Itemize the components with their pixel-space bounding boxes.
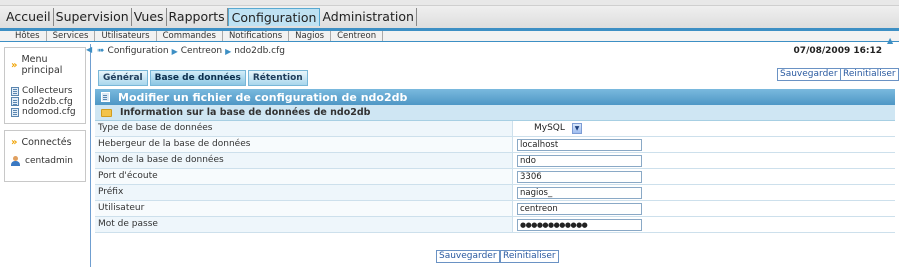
collapse-up-icon[interactable]: ▲ bbox=[887, 36, 893, 45]
form-tabs: Général Base de données Rétention bbox=[98, 70, 310, 86]
config-form: Modifier un fichier de configuration de … bbox=[95, 89, 895, 233]
menu-configuration[interactable]: Configuration bbox=[227, 8, 321, 26]
breadcrumb: ➠ Configuration ▶ Centreon ▶ ndo2db.cfg bbox=[97, 46, 285, 56]
main-menu: Accueil Supervision Vues Rapports Config… bbox=[4, 8, 417, 26]
breadcrumb-configuration[interactable]: Configuration bbox=[108, 46, 169, 56]
form-section-title: Information sur la base de données de nd… bbox=[120, 107, 371, 118]
form-row-db-type: Type de base de données MySQL ▼ bbox=[95, 121, 895, 137]
form-row-db-user: Utilisateur centreon bbox=[95, 201, 895, 217]
field-label: Préfix bbox=[95, 185, 513, 200]
submenu-nagios[interactable]: Nagios bbox=[289, 31, 332, 41]
sidebar-item-label: Collecteurs bbox=[22, 86, 73, 96]
db-prefix-input[interactable]: nagios_ bbox=[517, 187, 642, 199]
tab-retention[interactable]: Rétention bbox=[247, 70, 308, 86]
breadcrumb-start-icon: ➠ bbox=[97, 46, 105, 56]
reset-button-bottom[interactable]: Reinitialiser bbox=[500, 250, 559, 263]
collapse-sidebar-icon[interactable]: ◀ bbox=[86, 45, 92, 54]
file-icon bbox=[11, 97, 19, 106]
menu-items: Collecteurs ndo2db.cfg ndomod.cfg bbox=[5, 76, 85, 117]
connected-user[interactable]: centadmin bbox=[11, 156, 85, 166]
field-value-cell: centreon bbox=[513, 201, 895, 216]
field-value-cell: ndo bbox=[513, 153, 895, 168]
sidebar-divider bbox=[90, 44, 91, 267]
field-label: Hebergeur de la base de données bbox=[95, 137, 513, 152]
field-value-cell: localhost bbox=[513, 137, 895, 152]
menu-administration[interactable]: Administration bbox=[320, 8, 417, 26]
field-value-cell: MySQL ▼ bbox=[513, 121, 895, 136]
menu-vues[interactable]: Vues bbox=[132, 8, 167, 26]
double-chevron-icon: » bbox=[11, 137, 18, 148]
form-title: Modifier un fichier de configuration de … bbox=[118, 90, 408, 104]
submenu-services[interactable]: Services bbox=[47, 31, 96, 41]
tab-general[interactable]: Général bbox=[98, 70, 148, 86]
connected-header: » Connectés bbox=[5, 131, 85, 148]
menu-rapports[interactable]: Rapports bbox=[167, 8, 228, 26]
user-icon bbox=[11, 156, 20, 166]
submenu-notifications[interactable]: Notifications bbox=[223, 31, 290, 41]
field-label: Port d'écoute bbox=[95, 169, 513, 184]
top-stripe bbox=[0, 0, 899, 6]
connected-title: Connectés bbox=[21, 137, 72, 148]
current-datetime: 07/08/2009 16:12 bbox=[793, 46, 882, 56]
db-user-input[interactable]: centreon bbox=[517, 203, 642, 215]
save-button-top[interactable]: Sauvegarder bbox=[777, 68, 841, 81]
submenu-hotes[interactable]: Hôtes bbox=[5, 31, 47, 41]
chevron-down-icon[interactable]: ▼ bbox=[572, 123, 582, 134]
tab-base-de-donnees[interactable]: Base de données bbox=[149, 70, 246, 86]
menu-title: Menu principal bbox=[21, 54, 63, 76]
main-menu-box: » Menu principal Collecteurs ndo2db.cfg … bbox=[4, 47, 86, 124]
breadcrumb-arrow-icon: ▶ bbox=[225, 46, 232, 56]
db-type-select[interactable]: MySQL ▼ bbox=[517, 122, 583, 136]
field-value-cell: 3306 bbox=[513, 169, 895, 184]
submenu-utilisateurs[interactable]: Utilisateurs bbox=[95, 31, 157, 41]
sidebar: » Menu principal Collecteurs ndo2db.cfg … bbox=[0, 44, 90, 267]
field-label: Type de base de données bbox=[95, 121, 513, 136]
field-value-cell: ●●●●●●●●●●●● bbox=[513, 217, 895, 232]
sidebar-item-collecteurs[interactable]: Collecteurs bbox=[11, 86, 85, 96]
form-row-db-prefix: Préfix nagios_ bbox=[95, 185, 895, 201]
sidebar-item-label: ndo2db.cfg bbox=[22, 96, 73, 107]
connected-users-box: » Connectés centadmin bbox=[4, 130, 86, 182]
form-row-db-host: Hebergeur de la base de données localhos… bbox=[95, 137, 895, 153]
top-bar: Accueil Supervision Vues Rapports Config… bbox=[0, 0, 899, 31]
sidebar-item-label: ndomod.cfg bbox=[22, 107, 76, 117]
breadcrumb-centreon[interactable]: Centreon bbox=[181, 46, 222, 56]
sub-menu: Hôtes Services Utilisateurs Commandes No… bbox=[0, 31, 899, 42]
sidebar-item-ndomod[interactable]: ndomod.cfg bbox=[11, 107, 85, 117]
submenu-commandes[interactable]: Commandes bbox=[157, 31, 223, 41]
username: centadmin bbox=[25, 156, 73, 166]
double-chevron-icon: » bbox=[11, 59, 18, 71]
form-row-db-port: Port d'écoute 3306 bbox=[95, 169, 895, 185]
save-button-bottom[interactable]: Sauvegarder bbox=[436, 250, 500, 263]
submenu-centreon[interactable]: Centreon bbox=[331, 31, 384, 41]
db-port-input[interactable]: 3306 bbox=[517, 171, 642, 183]
connected-users: centadmin bbox=[5, 148, 85, 166]
breadcrumb-arrow-icon: ▶ bbox=[171, 46, 178, 56]
field-value-cell: nagios_ bbox=[513, 185, 895, 200]
form-row-db-password: Mot de passe ●●●●●●●●●●●● bbox=[95, 217, 895, 233]
file-icon bbox=[11, 86, 19, 96]
field-label: Utilisateur bbox=[95, 201, 513, 216]
menu-supervision[interactable]: Supervision bbox=[54, 8, 132, 26]
form-row-db-name: Nom de la base de données ndo bbox=[95, 153, 895, 169]
breadcrumb-ndo2db[interactable]: ndo2db.cfg bbox=[234, 46, 285, 56]
reset-button-top[interactable]: Reinitialiser bbox=[840, 68, 899, 81]
field-label: Nom de la base de données bbox=[95, 153, 513, 168]
folder-icon bbox=[101, 108, 112, 117]
file-icon bbox=[11, 107, 19, 117]
form-section-header: Information sur la base de données de nd… bbox=[95, 105, 895, 121]
db-name-input[interactable]: ndo bbox=[517, 155, 642, 167]
menu-header: » Menu principal bbox=[5, 48, 85, 76]
db-password-input[interactable]: ●●●●●●●●●●●● bbox=[517, 219, 642, 231]
field-label: Mot de passe bbox=[95, 217, 513, 232]
db-type-value: MySQL bbox=[534, 123, 565, 133]
form-title-bar: Modifier un fichier de configuration de … bbox=[95, 89, 895, 105]
menu-accueil[interactable]: Accueil bbox=[4, 8, 54, 26]
sidebar-item-ndo2db[interactable]: ndo2db.cfg bbox=[11, 97, 85, 107]
file-icon bbox=[101, 92, 110, 102]
db-host-input[interactable]: localhost bbox=[517, 139, 642, 151]
